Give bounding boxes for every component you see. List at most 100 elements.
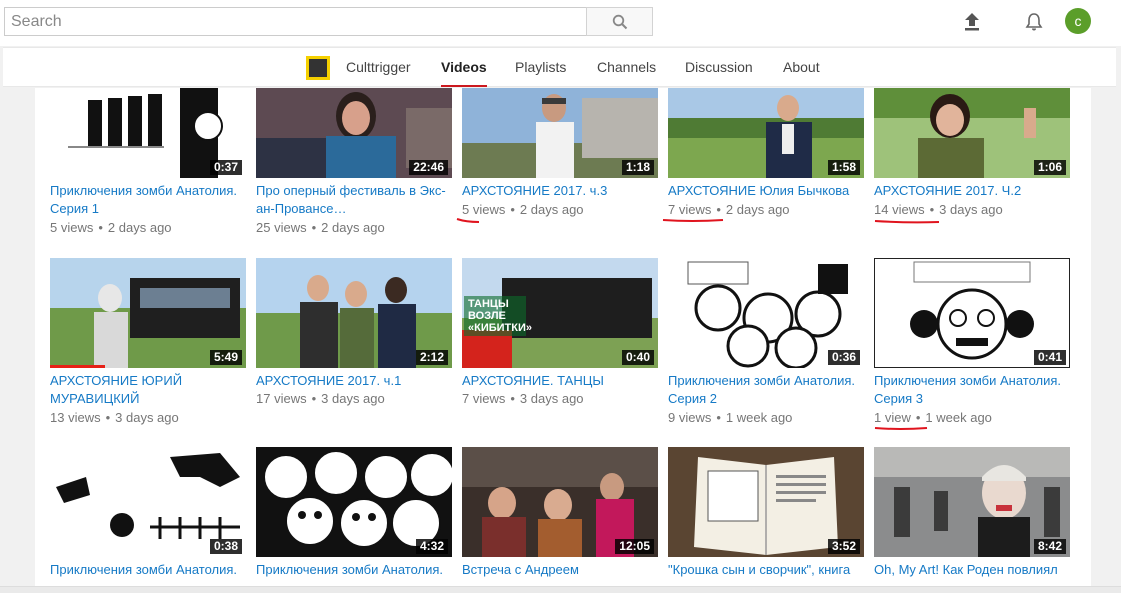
avatar[interactable]: c: [1065, 8, 1091, 34]
video-thumbnail[interactable]: 1:06: [874, 88, 1070, 178]
masthead: c: [0, 0, 1121, 46]
video-duration: 8:42: [1033, 539, 1066, 554]
video-meta: 17 views • 3 days ago: [256, 391, 385, 406]
video-meta: 5 views • 2 days ago: [50, 220, 172, 235]
video-title[interactable]: АРХСТОЯНИЕ 2017. ч.1: [256, 372, 452, 390]
upload-icon: [965, 13, 979, 31]
video-duration: 0:41: [1033, 350, 1066, 365]
upload-age: 3 days ago: [115, 410, 179, 425]
search-button[interactable]: [586, 7, 653, 36]
horizontal-scrollbar[interactable]: [0, 586, 1121, 593]
video-title[interactable]: "Крошка сын и сворчик", книга Евгения Ка…: [668, 561, 864, 579]
video-duration: 1:58: [827, 160, 860, 175]
video-title[interactable]: Приключения зомби Анатолия. Серия 2: [668, 372, 864, 408]
bell-icon: [1025, 13, 1043, 31]
video-meta: 25 views • 2 days ago: [256, 220, 385, 235]
video-thumbnail[interactable]: 4:32: [256, 447, 452, 557]
view-count: 9 views: [668, 410, 712, 425]
view-count: 13 views: [50, 410, 101, 425]
video-title[interactable]: Приключения зомби Анатолия. Серия 3: [874, 372, 1070, 408]
video-thumbnail[interactable]: 0:41: [874, 258, 1070, 368]
video-thumbnail[interactable]: 5:49: [50, 258, 246, 368]
upload-age: 2 days ago: [107, 220, 172, 235]
view-count: 17 views: [256, 391, 307, 406]
tab-channels[interactable]: Channels: [597, 48, 656, 87]
video-title[interactable]: Oh, My Art! Как Роден повлиял на искусст…: [874, 561, 1070, 579]
upload-age: 2 days ago: [321, 220, 385, 235]
upload-button[interactable]: [959, 9, 985, 35]
video-duration: 1:06: [1033, 160, 1066, 175]
thumbnail-overlay-line: «КИБИТКИ»: [468, 322, 532, 334]
video-meta: 7 views • 3 days ago: [462, 391, 584, 406]
video-duration: 0:36: [827, 350, 860, 365]
video-title[interactable]: Встреча с Андреем Звягинцевым на вокзале…: [462, 561, 658, 579]
video-title[interactable]: АРХСТОЯНИЕ. ТАНЦЫ: [462, 372, 658, 390]
channel-logo[interactable]: [306, 56, 330, 80]
video-thumbnail[interactable]: ТАНЦЫ ВОЗЛЕ «КИБИТКИ» 0:40: [462, 258, 658, 368]
video-title[interactable]: АРХСТОЯНИЕ 2017. ч.3: [462, 182, 658, 200]
channel-nav: Culttrigger Videos Playlists Channels Di…: [3, 47, 1116, 87]
upload-age: 2 days ago: [725, 202, 790, 217]
upload-age: 3 days ago: [321, 391, 385, 406]
search-input[interactable]: [4, 7, 586, 36]
video-duration: 0:37: [209, 160, 242, 175]
tab-videos[interactable]: Videos: [441, 48, 487, 87]
video-title[interactable]: АРХСТОЯНИЕ Юлия Бычкова: [668, 182, 864, 200]
view-count: 5 views: [462, 202, 506, 217]
watch-progress-bar: [50, 365, 105, 368]
video-thumbnail[interactable]: 0:38: [50, 447, 246, 557]
video-thumbnail[interactable]: 1:18: [462, 88, 658, 178]
tab-culttrigger[interactable]: Culttrigger: [346, 48, 411, 87]
tab-discussion[interactable]: Discussion: [685, 48, 753, 87]
video-title[interactable]: Приключения зомби Анатолия. Серия 1: [50, 182, 246, 218]
video-thumbnail[interactable]: 0:37: [50, 88, 246, 178]
video-thumbnail[interactable]: 2:12: [256, 258, 452, 368]
video-grid: 0:37 Приключения зомби Анатолия. Серия 1…: [35, 88, 1091, 593]
video-thumbnail[interactable]: 8:42: [874, 447, 1070, 557]
video-thumbnail[interactable]: 1:58: [668, 88, 864, 178]
video-title[interactable]: АРХСТОЯНИЕ 2017. Ч.2: [874, 182, 1070, 200]
video-title[interactable]: Приключения зомби Анатолия. Полная верси…: [256, 561, 452, 579]
tab-about[interactable]: About: [783, 48, 820, 87]
upload-age: 1 week ago: [925, 410, 992, 425]
thumbnail-overlay-line: ТАНЦЫ: [468, 298, 509, 310]
view-count: 14 views: [874, 202, 925, 217]
video-meta: 9 views • 1 week ago: [668, 410, 793, 425]
upload-age: 2 days ago: [519, 202, 584, 217]
upload-age: 3 days ago: [939, 202, 1003, 217]
video-duration: 12:05: [615, 539, 654, 554]
video-thumbnail[interactable]: 3:52: [668, 447, 864, 557]
video-duration: 22:46: [409, 160, 448, 175]
video-title[interactable]: АРХСТОЯНИЕ ЮРИЙ МУРАВИЦКИЙ: [50, 372, 246, 408]
video-duration: 5:49: [209, 350, 242, 365]
annotation-underline: [874, 220, 940, 224]
view-count: 5 views: [50, 220, 94, 235]
video-title[interactable]: Про оперный фестиваль в Экс-ан-Провансе…: [256, 182, 452, 218]
video-meta: 1 view • 1 week ago: [874, 410, 992, 425]
video-duration: 4:32: [415, 539, 448, 554]
search-icon: [612, 14, 627, 29]
annotation-underline: [874, 427, 928, 430]
video-duration: 2:12: [415, 350, 448, 365]
thumbnail-overlay-line: ВОЗЛЕ: [468, 310, 506, 322]
view-count: 7 views: [462, 391, 506, 406]
video-meta: 14 views • 3 days ago: [874, 202, 1003, 217]
video-duration: 3:52: [827, 539, 860, 554]
video-thumbnail[interactable]: 12:05: [462, 447, 658, 557]
video-meta: 7 views • 2 days ago: [668, 202, 790, 217]
upload-age: 3 days ago: [519, 391, 584, 406]
upload-age: 1 week ago: [725, 410, 793, 425]
video-meta: 13 views • 3 days ago: [50, 410, 179, 425]
video-duration: 0:40: [621, 350, 654, 365]
annotation-underline: [662, 219, 724, 222]
video-duration: 0:38: [209, 539, 242, 554]
video-meta: 5 views • 2 days ago: [462, 202, 584, 217]
video-thumbnail[interactable]: 0:36: [668, 258, 864, 368]
notifications-button[interactable]: [1021, 9, 1047, 35]
video-duration: 1:18: [621, 160, 654, 175]
video-title[interactable]: Приключения зомби Анатолия. Серия 7: [50, 561, 246, 579]
view-count: 7 views: [668, 202, 712, 217]
tab-playlists[interactable]: Playlists: [515, 48, 566, 87]
annotation-underline: [456, 218, 480, 223]
video-thumbnail[interactable]: 22:46: [256, 88, 452, 178]
